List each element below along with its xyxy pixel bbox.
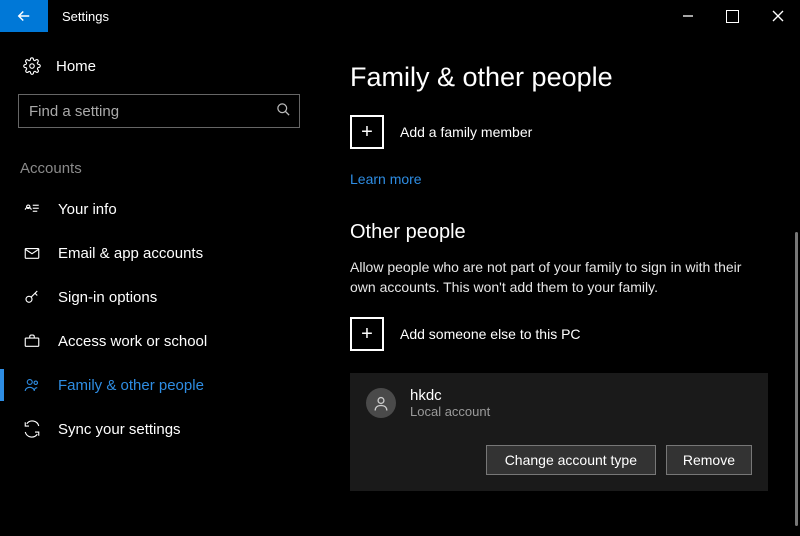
add-family-label: Add a family member <box>400 124 532 140</box>
sidebar-item-label: Email & app accounts <box>58 245 203 262</box>
sidebar-item-work[interactable]: Access work or school <box>18 319 320 363</box>
sidebar: Home Accounts Your info Email & app <box>0 32 320 536</box>
sidebar-category: Accounts <box>18 160 320 187</box>
sidebar-item-sync[interactable]: Sync your settings <box>18 407 320 451</box>
mail-icon <box>22 243 42 263</box>
sidebar-item-email[interactable]: Email & app accounts <box>18 231 320 275</box>
sidebar-item-label: Sign-in options <box>58 289 157 306</box>
back-button[interactable] <box>0 0 48 32</box>
close-button[interactable] <box>755 0 800 32</box>
sidebar-item-label: Access work or school <box>58 333 207 350</box>
window-title: Settings <box>48 0 109 32</box>
person-subtitle: Local account <box>410 404 490 419</box>
arrow-left-icon <box>15 7 33 25</box>
content-area: Family & other people + Add a family mem… <box>320 32 800 536</box>
maximize-button[interactable] <box>710 0 755 32</box>
sidebar-item-family[interactable]: Family & other people <box>18 363 320 407</box>
change-account-type-button[interactable]: Change account type <box>486 445 656 475</box>
sidebar-item-signin[interactable]: Sign-in options <box>18 275 320 319</box>
close-icon <box>772 10 784 22</box>
search-input[interactable] <box>29 103 276 120</box>
add-family-button[interactable]: + Add a family member <box>350 115 768 149</box>
sidebar-item-label: Family & other people <box>58 377 204 394</box>
key-icon <box>22 287 42 307</box>
home-label: Home <box>56 58 96 75</box>
learn-more-link[interactable]: Learn more <box>350 171 422 187</box>
sidebar-item-label: Your info <box>58 201 117 218</box>
other-people-heading: Other people <box>350 221 768 244</box>
remove-button[interactable]: Remove <box>666 445 752 475</box>
person-name: hkdc <box>410 387 490 404</box>
briefcase-icon <box>22 331 42 351</box>
gear-icon <box>22 56 42 76</box>
titlebar: Settings <box>0 0 800 32</box>
home-button[interactable]: Home <box>18 50 320 94</box>
search-field[interactable] <box>18 94 300 128</box>
sidebar-item-label: Sync your settings <box>58 421 181 438</box>
minimize-button[interactable] <box>665 0 710 32</box>
plus-icon: + <box>350 317 384 351</box>
other-people-desc: Allow people who are not part of your fa… <box>350 258 768 297</box>
sidebar-item-your-info[interactable]: Your info <box>18 187 320 231</box>
page-title: Family & other people <box>350 62 768 93</box>
add-other-button[interactable]: + Add someone else to this PC <box>350 317 768 351</box>
search-icon <box>276 102 291 120</box>
avatar-icon <box>366 388 396 418</box>
people-icon <box>22 375 42 395</box>
id-card-icon <box>22 199 42 219</box>
add-other-label: Add someone else to this PC <box>400 326 581 342</box>
person-card[interactable]: hkdc Local account Change account type R… <box>350 373 768 491</box>
sync-icon <box>22 419 42 439</box>
scrollbar[interactable] <box>795 232 798 526</box>
plus-icon: + <box>350 115 384 149</box>
minimize-icon <box>682 10 694 22</box>
